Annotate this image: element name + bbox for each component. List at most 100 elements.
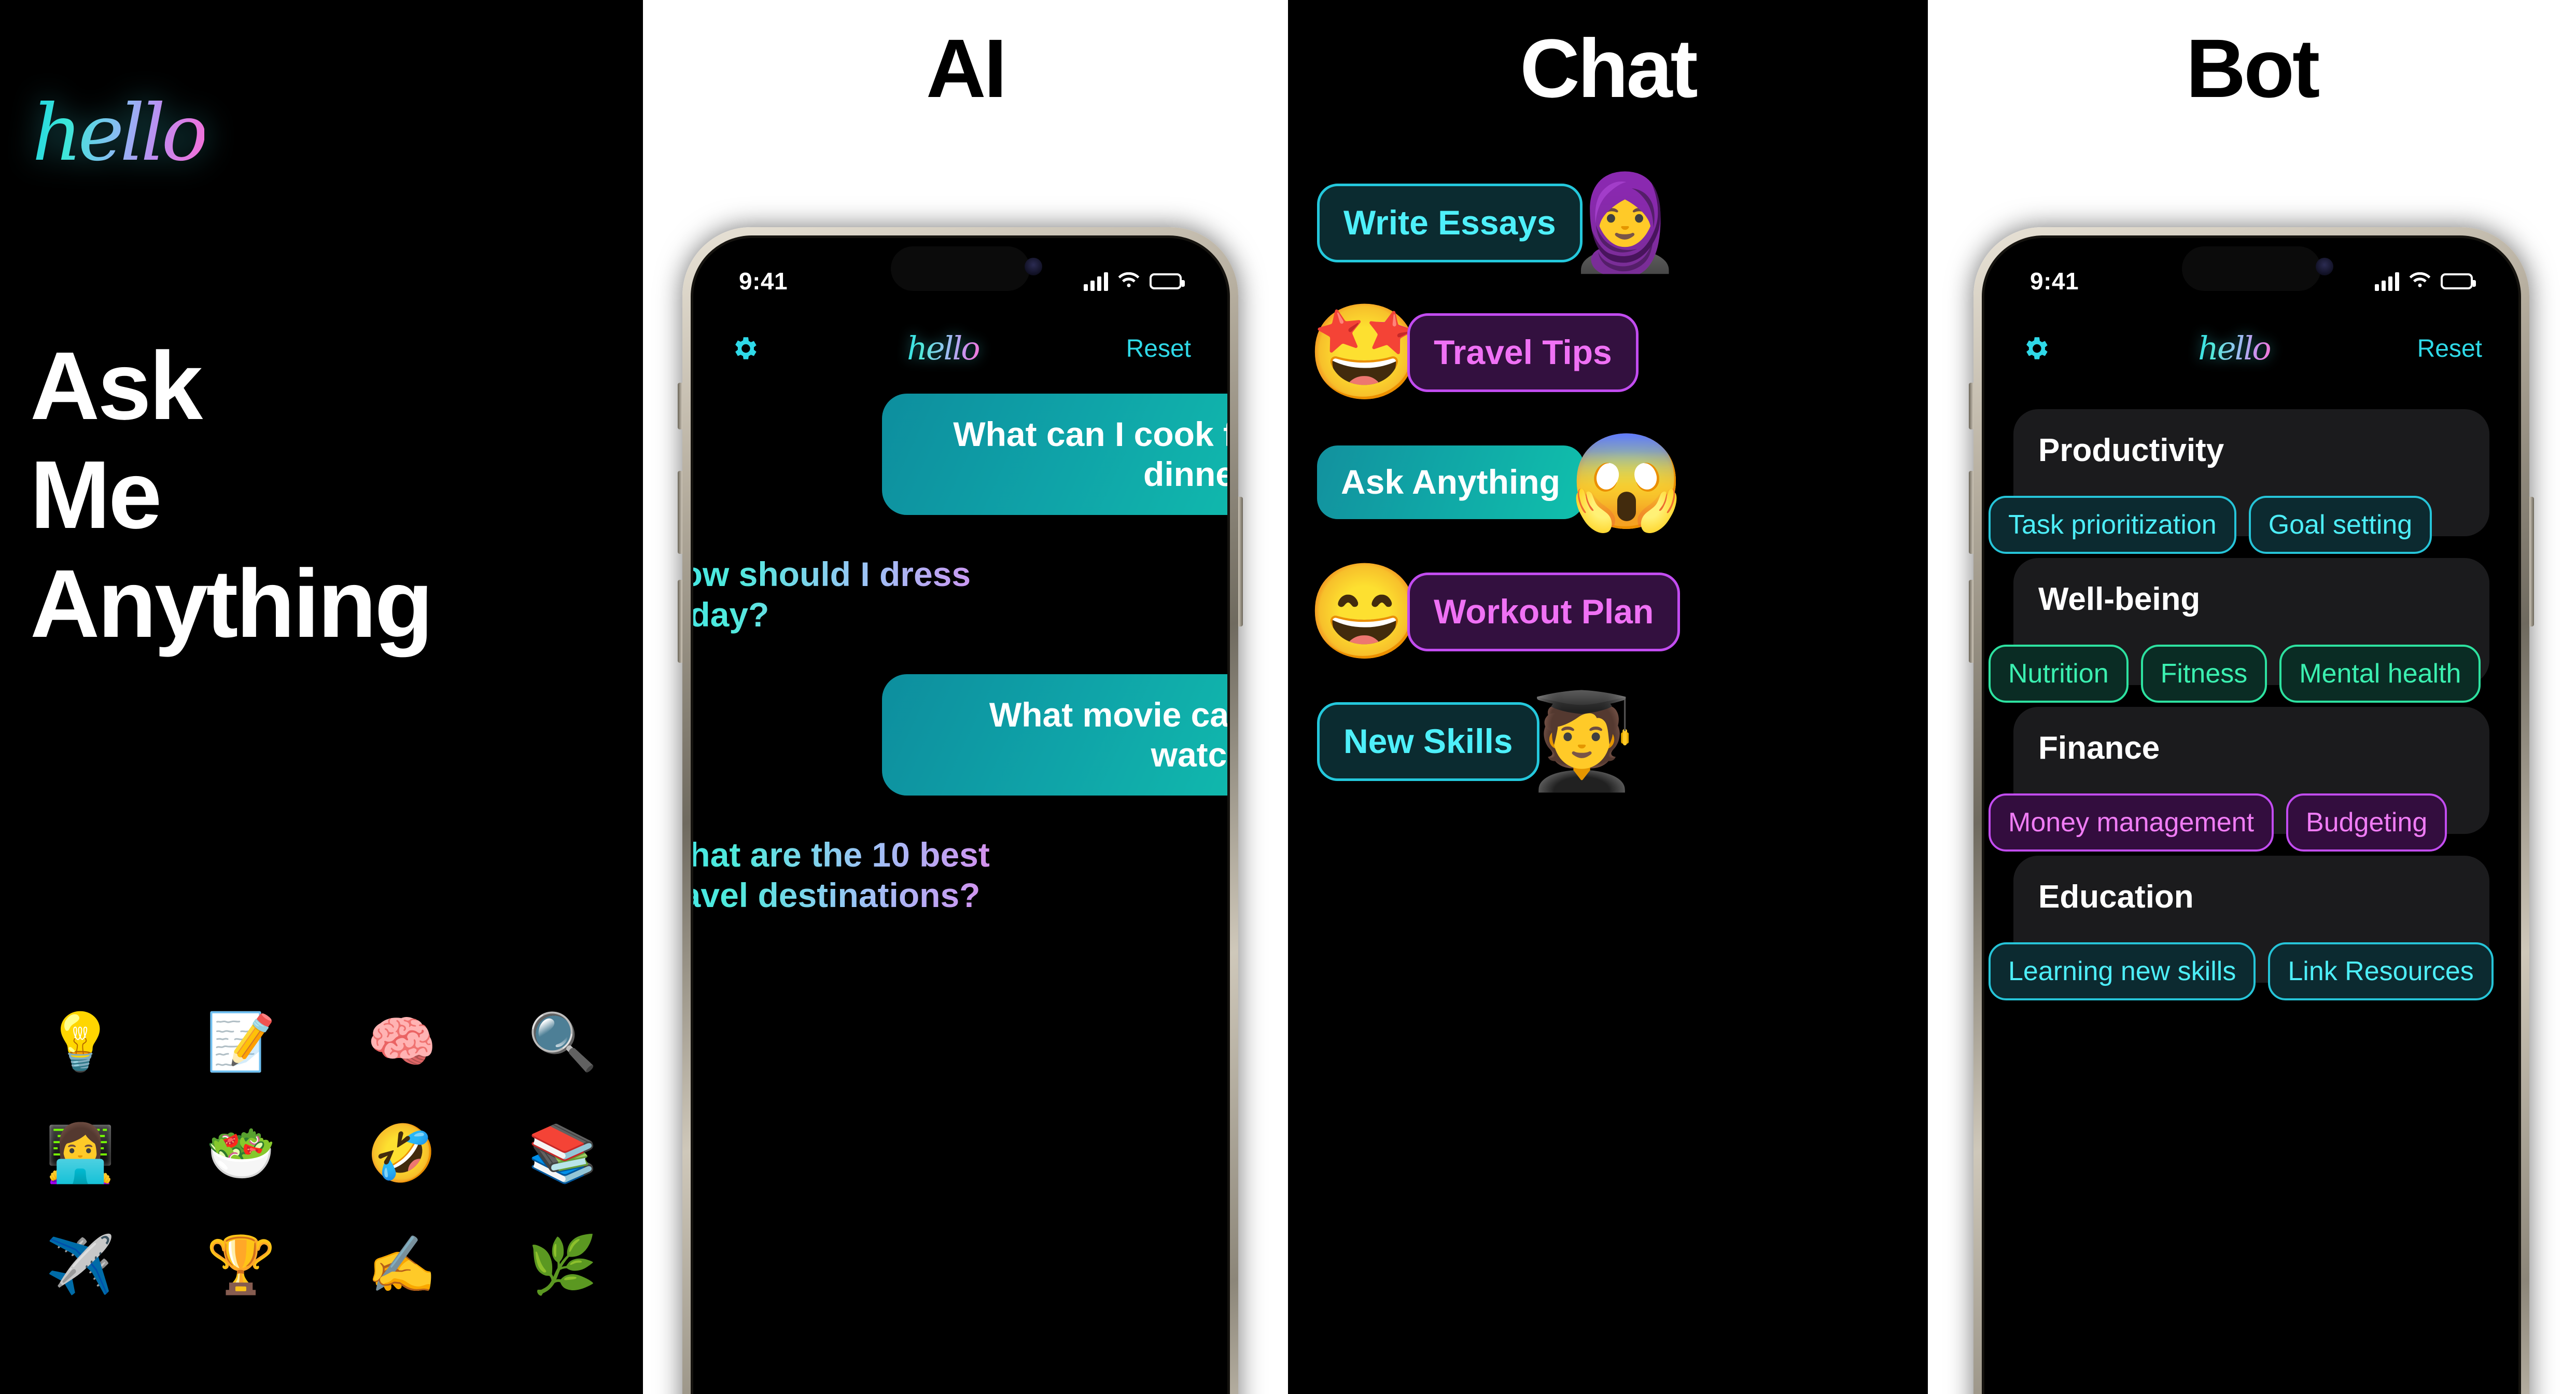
app-header: hello Reset — [1984, 320, 2518, 377]
phone-mockup-bot: 9:41 hello Reset Productivity Task prior… — [1969, 227, 2534, 1394]
woman-technologist-emoji: 👩‍💻 — [45, 1121, 116, 1184]
memo-emoji: 📝 — [206, 1010, 276, 1073]
hello-logo: hello — [32, 88, 208, 178]
phone-power-button — [2529, 497, 2534, 626]
headline-line-1: Ask — [30, 332, 203, 440]
memoji-avatar: 😱 — [1568, 430, 1685, 534]
category-card: Productivity Task prioritization Goal sett… — [1989, 409, 2489, 554]
battery-icon — [1150, 273, 1185, 289]
reset-button[interactable]: Reset — [2417, 334, 2482, 363]
chip-row: Learning new skills Link Resources — [1989, 942, 2494, 1000]
salad-emoji: 🥗 — [206, 1121, 276, 1184]
chat-message-list: What can I cook for dinner? How should I … — [693, 394, 1227, 955]
trophy-emoji: 🏆 — [206, 1233, 276, 1296]
writing-hand-emoji: ✍️ — [367, 1233, 437, 1296]
category-title: Productivity — [2038, 433, 2224, 468]
herb-emoji: 🌿 — [527, 1233, 598, 1296]
topic-chip[interactable]: Link Resources — [2268, 942, 2494, 1000]
page-title: Ask Me Anything — [30, 332, 433, 659]
status-bar: 9:41 — [693, 263, 1227, 299]
topic-chip[interactable]: Nutrition — [1989, 645, 2129, 703]
battery-icon — [2441, 273, 2476, 289]
cellular-signal-icon — [2375, 271, 2399, 291]
assistant-message-bubble: How should I dress today? — [693, 534, 1054, 655]
phone-volume-down-button — [678, 580, 682, 663]
phone-mockup-ai: 9:41 hello Reset What can I cook dinn w … — [678, 227, 1243, 1394]
screenshot-stage: hello Ask Me Anything 💡 📝 🧠 🔍 👩‍💻 🥗 🤣 📚 ✈️ 🏆 ✍️ 🌿 A… — [0, 0, 2576, 1394]
phone-silent-switch — [1969, 383, 1973, 429]
suggestion-pill[interactable]: Workout Plan — [1407, 573, 1681, 651]
topic-chip[interactable]: Money management — [1989, 793, 2274, 852]
app-logo: hello — [2198, 329, 2272, 367]
topic-chip[interactable]: Goal setting — [2248, 496, 2432, 554]
topic-chip[interactable]: Mental health — [2279, 645, 2481, 703]
category-card-list: Productivity Task prioritization Goal sett… — [1984, 409, 2518, 1005]
chat-message-row: What can I cook for dinner? — [693, 394, 1227, 515]
suggestion-row: 😄 Workout Plan — [1307, 560, 1681, 664]
panel-bot: Bot 9:41 hello Reset Productivity Task p… — [1928, 0, 2576, 1394]
assistant-message-bubble: What are the 10 best travel destinations… — [693, 814, 1054, 936]
topic-chip[interactable]: Task prioritization — [1989, 496, 2236, 554]
wifi-icon — [1118, 272, 1140, 287]
panel-ai: AI 9:41 hello Reset What can I cook dinn… — [643, 0, 1288, 1394]
chat-message-row: What are the 10 best travel destinations… — [693, 814, 1227, 936]
suggestion-row: Ask Anything 😱 — [1317, 436, 1685, 529]
headline-line-3: Anything — [30, 550, 433, 658]
chat-message-row: What movie can I watch? — [693, 674, 1227, 796]
chip-row: Task prioritization Goal setting — [1989, 496, 2432, 554]
status-time: 9:41 — [739, 268, 788, 295]
lightbulb-emoji: 💡 — [45, 1010, 116, 1073]
books-emoji: 📚 — [527, 1121, 598, 1184]
category-title: Well-being — [2038, 581, 2201, 617]
reset-button[interactable]: Reset — [1126, 334, 1191, 363]
status-time: 9:41 — [2030, 268, 2079, 295]
suggestion-pill[interactable]: Travel Tips — [1407, 313, 1639, 392]
app-logo: hello — [907, 329, 981, 367]
memoji-avatar: 🤩 — [1307, 300, 1423, 405]
emoji-grid: 💡 📝 🧠 🔍 👩‍💻 🥗 🤣 📚 ✈️ 🏆 ✍️ 🌿 — [0, 1011, 643, 1295]
suggestion-pill[interactable]: New Skills — [1317, 702, 1539, 781]
phone-screen-bot: 9:41 hello Reset Productivity Task prior… — [1982, 235, 2521, 1394]
user-message-bubble: What can I cook for dinner? — [882, 394, 1227, 515]
gear-icon[interactable] — [730, 333, 760, 364]
memoji-avatar: 😄 — [1307, 560, 1423, 664]
phone-volume-up-button — [678, 471, 682, 554]
phone-power-button — [1238, 497, 1243, 626]
gear-icon[interactable] — [2021, 333, 2051, 364]
memoji-avatar: 🧑‍🎓 — [1523, 689, 1640, 793]
topic-chip[interactable]: Budgeting — [2286, 793, 2447, 852]
category-title: Finance — [2038, 730, 2160, 766]
suggestion-row: New Skills 🧑‍🎓 — [1317, 695, 1640, 788]
magnifying-glass-emoji: 🔍 — [527, 1010, 598, 1073]
category-card: Well-being Nutrition Fitness Mental health — [1989, 558, 2489, 703]
phone-volume-down-button — [1969, 580, 1973, 663]
user-message-bubble: What movie can I watch? — [882, 674, 1227, 796]
chip-row: Money management Budgeting — [1989, 793, 2447, 852]
category-card: Finance Money management Budgeting — [1989, 707, 2489, 852]
panel-chat: Chat Write Essays 🧕 🤩 Travel Tips Ask Anythi… — [1288, 0, 1928, 1394]
panel-title-bot: Bot — [2186, 22, 2320, 115]
phone-volume-up-button — [1969, 471, 1973, 554]
suggestion-row: Write Essays 🧕 — [1317, 176, 1683, 270]
suggestion-pill[interactable]: Write Essays — [1317, 184, 1583, 262]
panel-hero: hello Ask Me Anything 💡 📝 🧠 🔍 👩‍💻 🥗 🤣 📚 ✈️ 🏆 ✍️ 🌿 — [0, 0, 643, 1394]
memoji-avatar: 🧕 — [1566, 171, 1683, 275]
headline-line-2: Me — [30, 441, 162, 549]
phone-silent-switch — [678, 383, 682, 429]
chip-row: Nutrition Fitness Mental health — [1989, 645, 2481, 703]
chat-message-row: How should I dress today? — [693, 534, 1227, 655]
category-card: Education Learning new skills Link Resourc… — [1989, 856, 2494, 1000]
airplane-emoji: ✈️ — [45, 1233, 116, 1296]
topic-chip[interactable]: Learning new skills — [1989, 942, 2256, 1000]
phone-screen-ai: 9:41 hello Reset What can I cook dinn w … — [691, 235, 1230, 1394]
panel-title-chat: Chat — [1520, 22, 1698, 115]
suggestion-row: 🤩 Travel Tips — [1307, 306, 1639, 399]
suggestion-pill[interactable]: Ask Anything — [1317, 445, 1584, 519]
brain-emoji: 🧠 — [367, 1010, 437, 1073]
topic-chip[interactable]: Fitness — [2140, 645, 2267, 703]
rolling-on-floor-laughing-emoji: 🤣 — [367, 1121, 437, 1184]
category-title: Education — [2038, 879, 2194, 915]
app-header: hello Reset — [693, 320, 1227, 377]
status-bar: 9:41 — [1984, 263, 2518, 299]
cellular-signal-icon — [1084, 271, 1108, 291]
